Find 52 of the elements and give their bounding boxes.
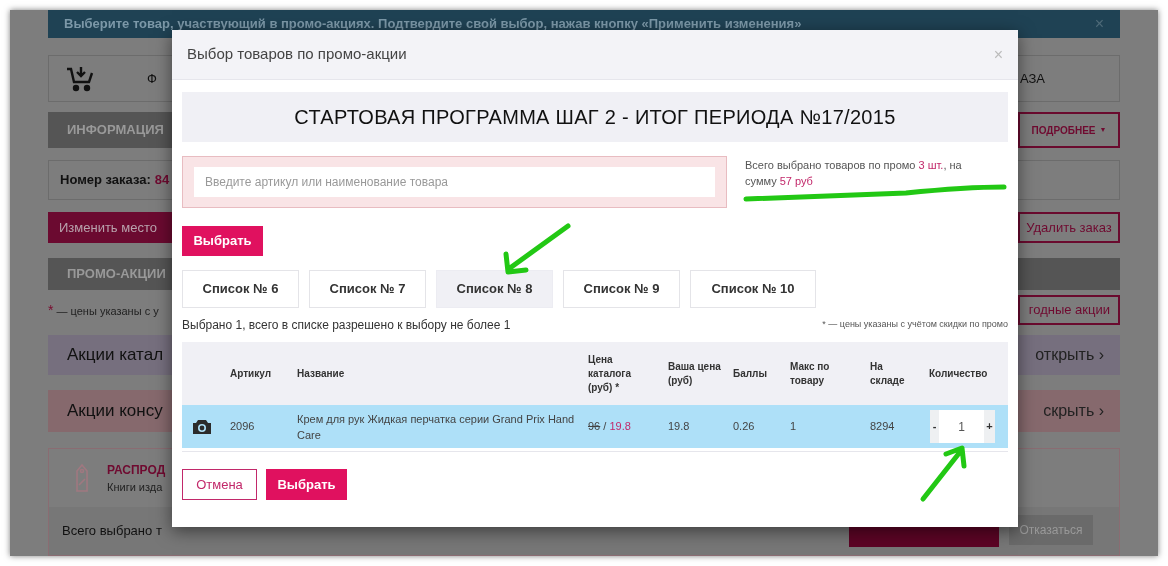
increment-button[interactable]: + <box>984 410 995 443</box>
sale-summary: Всего выбрано т <box>62 522 162 541</box>
info-title: ИНФОРМАЦИЯ <box>67 121 164 140</box>
column-header: Количество <box>929 366 989 381</box>
cart-label: АЗА <box>1019 69 1045 88</box>
column-header: На складе <box>870 359 906 388</box>
cart-label: Ф <box>147 69 157 88</box>
table-cell: 1 <box>790 420 797 433</box>
promo-title: СТАРТОВАЯ ПРОГРАММА ШАГ 2 - ИТОГ ПЕРИОДА №17/2015 <box>294 105 896 130</box>
cancel-button[interactable]: Отмена <box>182 469 257 500</box>
column-header: Артикул <box>230 366 273 381</box>
price-footnote: * — цены указаны с учётом скидки по промо <box>822 318 1008 332</box>
order-number: 84 <box>154 171 170 190</box>
quantity-field[interactable]: 1 <box>939 410 984 443</box>
table-cell: 2096 <box>230 420 255 433</box>
table-cell: 0.26 <box>733 420 755 433</box>
promo-title: ПРОМО-АКЦИИ <box>67 265 166 284</box>
product-row[interactable]: 2096 Крем для рук Жидкая перчатка серии Grand Prix Hand Care 96 / 19.8 19.8 0.26 1 8294 - 1 + <box>182 405 1008 448</box>
sale-subtitle: Книги изда <box>107 479 164 495</box>
selection-summary: Всего выбрано товаров по промо 3 шт., на сумму 57 руб <box>745 158 963 189</box>
price-footnote: * — цены указаны с у <box>48 300 159 320</box>
confirm-button[interactable]: Выбрать <box>266 469 347 500</box>
section-title: Акции катал <box>67 344 164 367</box>
camera-icon[interactable] <box>192 418 212 435</box>
column-header: Ваша цена (руб) <box>668 359 722 388</box>
decrement-button[interactable]: - <box>930 410 939 443</box>
section-title: Акции консу <box>67 400 163 423</box>
column-header: Макс по товару <box>790 359 831 388</box>
notice-text: Выберите товар, участвующий в промо-акциях. Подтвердите свой выбор, нажав кнопку «Применить изменения» <box>64 15 802 34</box>
table-cell: 19.8 <box>668 420 690 433</box>
selection-limit-note: Выбрано 1, всего в списке разрешено к выбору не более 1 <box>182 317 511 334</box>
column-header: Название <box>297 366 346 381</box>
section-toggle[interactable]: открыть › <box>1035 343 1104 367</box>
list-tab[interactable]: Список № 10 <box>690 270 816 308</box>
search-field[interactable]: Введите артикул или наименование товара <box>194 167 715 197</box>
list-tab[interactable]: Список № 8 <box>436 270 553 308</box>
list-tab[interactable]: Список № 6 <box>182 270 299 308</box>
list-tab[interactable]: Список № 7 <box>309 270 426 308</box>
order-label: Номер заказа: <box>60 171 151 190</box>
section-toggle[interactable]: скрыть › <box>1043 399 1104 423</box>
select-button[interactable]: Выбрать <box>182 226 263 256</box>
list-tab[interactable]: Список № 9 <box>563 270 680 308</box>
delete-order-button[interactable]: Удалить заказ <box>1018 212 1120 243</box>
table-cell: 8294 <box>870 420 895 433</box>
column-header: Баллы <box>733 366 768 381</box>
column-header: Цена каталога (руб) * <box>588 352 633 395</box>
modal-title: Выбор товаров по промо-акции <box>187 44 407 65</box>
cart-icon <box>65 64 95 93</box>
promo-button[interactable]: годные акции <box>1018 295 1120 325</box>
table-cell: 96 / 19.8 <box>588 420 631 433</box>
table-cell-text: Крем для рук Жидкая перчатка серии Grand Prix Hand Care <box>297 411 576 443</box>
sale-title: РАСПРОД <box>107 461 166 479</box>
